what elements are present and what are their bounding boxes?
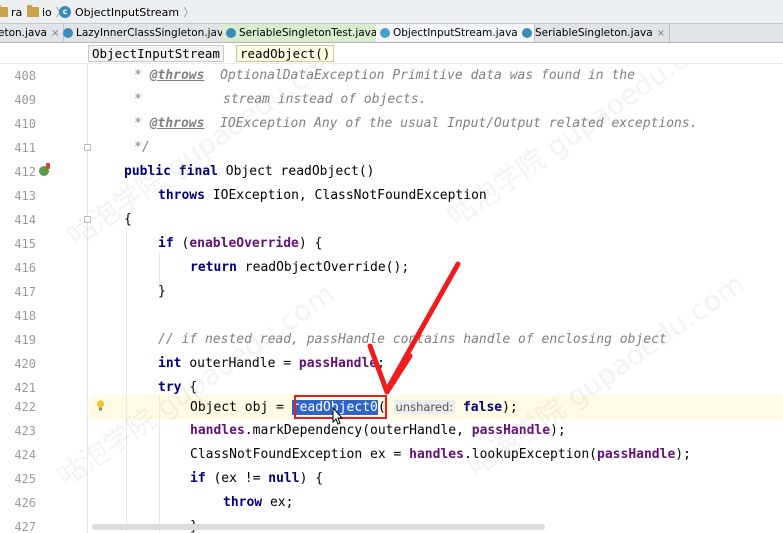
breadcrumb-item[interactable]: c ObjectInputStream 〉 [59, 4, 194, 20]
tab-lazy-inner-class-singleton[interactable]: LazyInnerClassSingleton.java × [59, 24, 248, 42]
code-line: 425 if (ex != null) { [14, 471, 324, 486]
code-editor[interactable]: 408 * @throws OptionalDataException Prim… [0, 64, 783, 533]
code-line: 417 } [14, 284, 166, 299]
structure-breadcrumb: ObjectInputStream readObject() [0, 43, 783, 64]
code-line: 419 // if nested read, passHandle contai… [14, 332, 667, 347]
class-icon [380, 28, 390, 38]
code-line: 412 public final Object readObject() [14, 163, 375, 179]
class-icon [63, 28, 73, 38]
parameter-hint: unshared: [393, 400, 456, 414]
code-line: 415 if (enableOverride) { [14, 236, 323, 251]
code-line: 426 throw ex; [14, 495, 294, 510]
class-icon [522, 28, 532, 38]
code-line: 424 ClassNotFoundException ex = handles.… [14, 447, 691, 462]
class-icon: c [59, 6, 71, 18]
code-line: 411 */ [14, 140, 150, 155]
code-line: 423 handles.markDependency(outerHandle, … [14, 423, 566, 438]
fold-marker-icon[interactable] [84, 216, 91, 223]
fold-marker-icon[interactable] [84, 144, 91, 151]
code-line: 413 throws IOException, ClassNotFoundExc… [14, 188, 487, 203]
class-icon [226, 28, 236, 38]
class-chip[interactable]: ObjectInputStream [88, 45, 224, 62]
tab-seriable-singleton-test[interactable]: SeriableSingletonTest.java × [222, 24, 395, 42]
code-line: 410 * @throws IOException Any of the usu… [14, 116, 698, 131]
horizontal-scrollbar[interactable] [92, 524, 545, 530]
breakpoint-arrow-icon [46, 163, 50, 169]
code-line: 409 * stream instead of objects. [14, 92, 427, 107]
chevron-right-icon: 〉 [183, 6, 195, 19]
breadcrumb: ra 〉 io 〉 c ObjectInputStream 〉 [0, 0, 783, 24]
selected-method-name[interactable]: readObject0 [291, 400, 378, 415]
folder-icon [0, 5, 8, 17]
tab-seriable-singleton[interactable]: SeriableSingleton.java × [518, 24, 671, 42]
tab-eton-java[interactable]: eton.java × [0, 24, 65, 42]
code-line: 420 int outerHandle = passHandle; [14, 356, 385, 371]
code-line-current: 422 Object obj = readObject0( unshared: … [14, 400, 518, 415]
folder-icon [27, 5, 39, 17]
close-icon[interactable]: × [657, 28, 665, 39]
tab-object-input-stream[interactable]: ObjectInputStream.java × [376, 24, 536, 42]
code-line: 418 [14, 309, 36, 323]
editor-tab-bar: eton.java × LazyInnerClassSingleton.java… [0, 24, 783, 43]
code-line: 416 return readObjectOverride(); [14, 260, 410, 275]
lightbulb-icon[interactable] [96, 400, 105, 411]
code-line: 408 * @throws OptionalDataException Prim… [14, 68, 635, 83]
code-line: 414 { [14, 212, 132, 227]
method-chip[interactable]: readObject() [236, 45, 335, 62]
